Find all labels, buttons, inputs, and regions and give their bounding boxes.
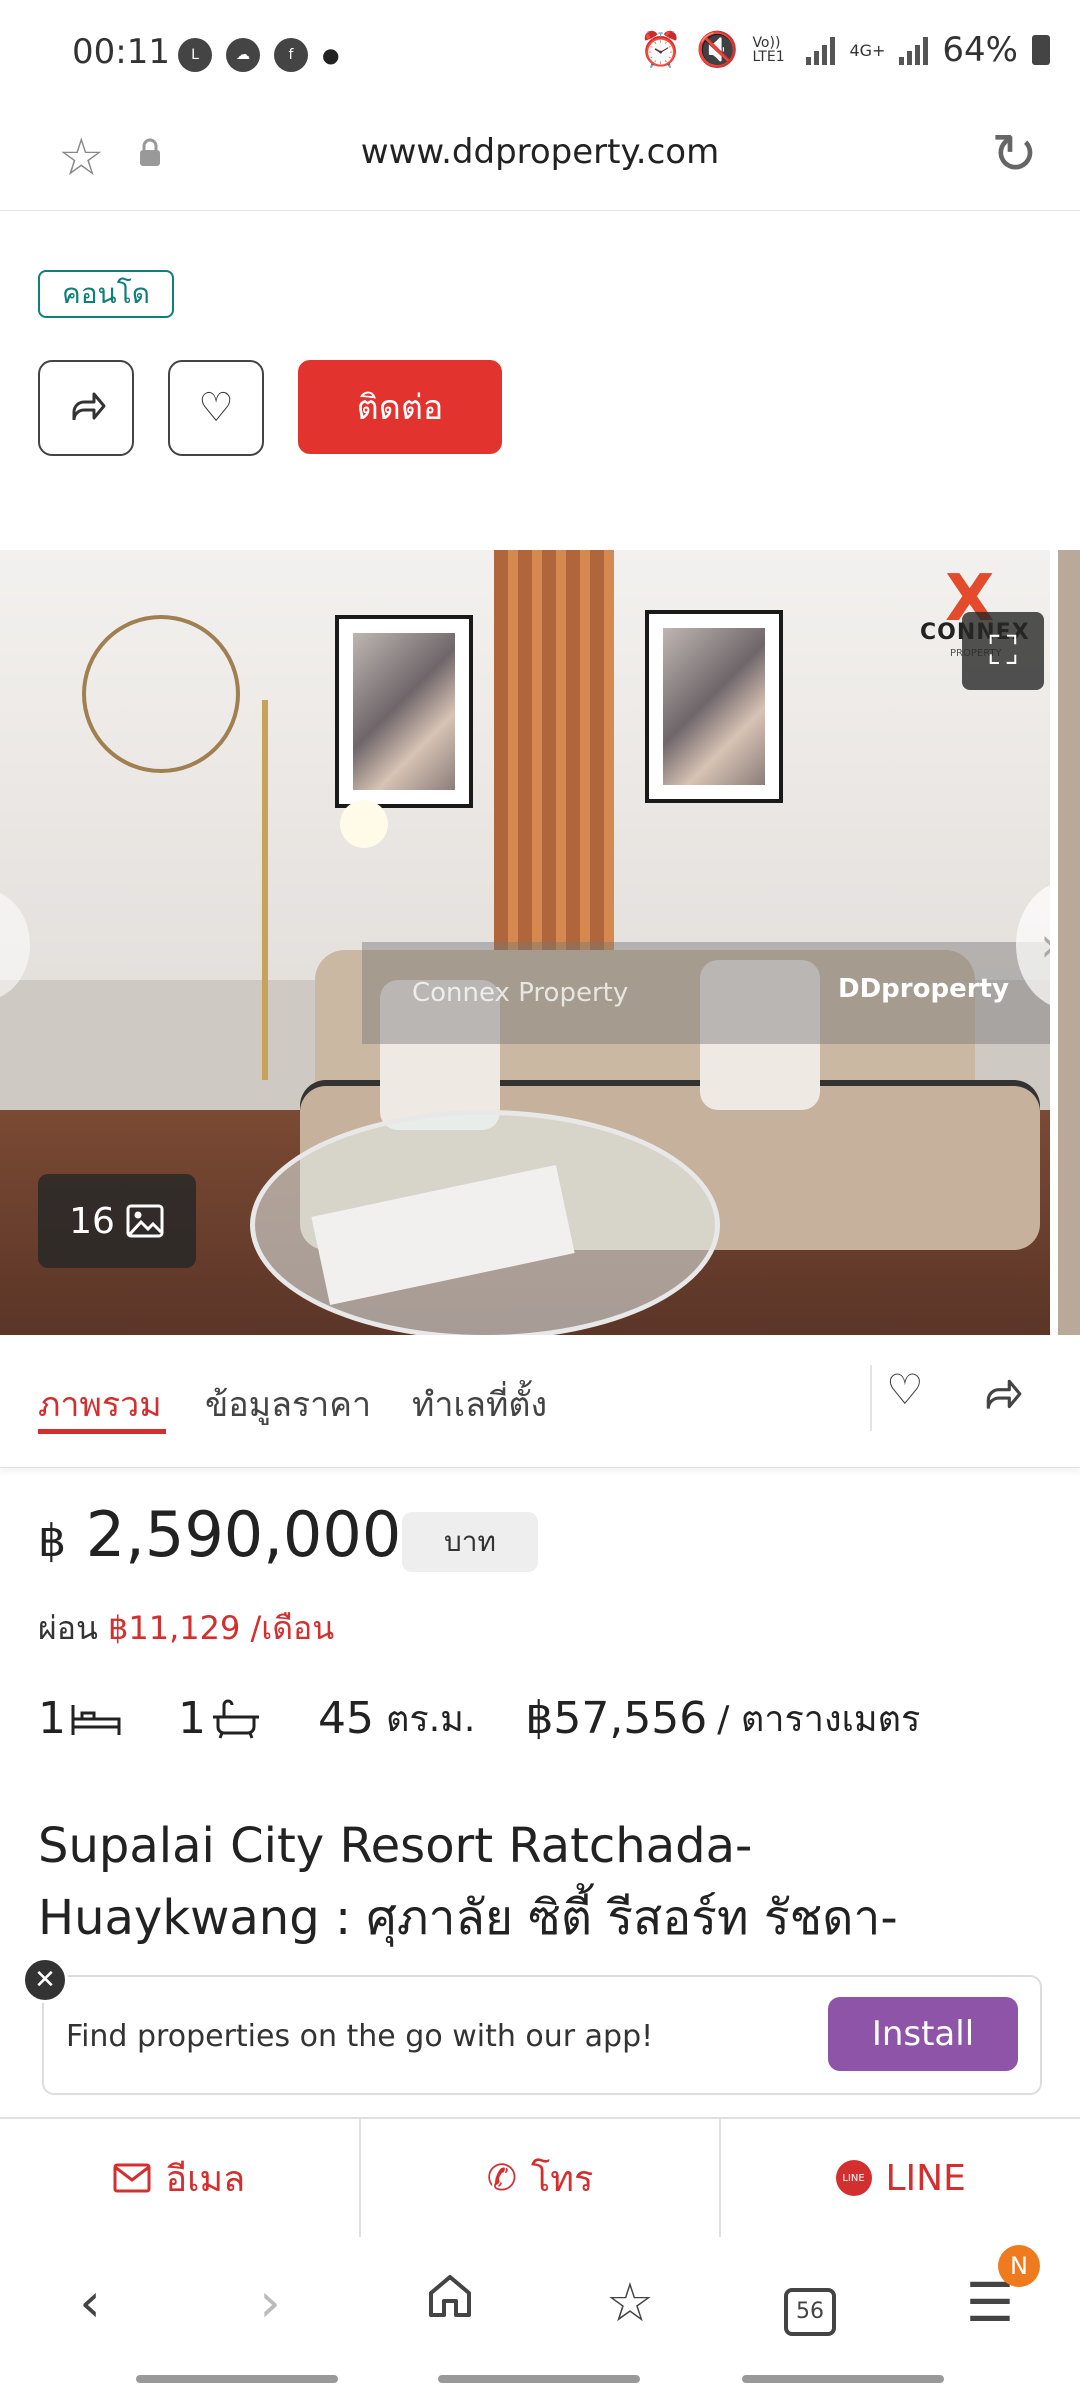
installment-info: ผ่อน ฿11,129 /เดือน	[38, 1603, 334, 1654]
forward-button[interactable]: ›	[210, 2271, 330, 2334]
gesture-bar-back[interactable]	[742, 2375, 944, 2383]
volte-label: Vo)) LTE1	[752, 35, 785, 65]
bedroom-count: 1	[38, 1693, 66, 1744]
fullscreen-button[interactable]: ⛶	[962, 612, 1044, 690]
email-label: อีเมล	[165, 2158, 246, 2200]
photo-count-badge[interactable]: 16	[38, 1174, 196, 1268]
menu-button[interactable]: ☰ N	[930, 2244, 1050, 2334]
phone-icon: ✆	[486, 2157, 517, 2199]
listing-specs: 1 1 45 ตร.ม. ฿57,556 / ตารางเมตร	[38, 1690, 920, 1747]
line-icon: LINE	[835, 2160, 872, 2196]
app-install-banner: Find properties on the go with our app! …	[42, 1975, 1042, 2095]
price-per-sqm: ฿57,556	[525, 1693, 708, 1744]
photo-painting-right	[645, 610, 783, 803]
notification-icons: L ☁ f ●	[178, 38, 339, 72]
listing-title-line-2: Huaykwang : ศุภาลัย ซิตี้ รีสอร์ท รัชดา-	[38, 1890, 898, 1946]
alarm-icon: ⏰	[639, 30, 683, 70]
back-button[interactable]: ‹	[30, 2271, 150, 2334]
tab-active-indicator	[38, 1429, 166, 1434]
more-dot-icon: ●	[322, 43, 340, 67]
price-per-sqm-unit: / ตารางเมตร	[717, 1699, 921, 1740]
bathroom-count: 1	[178, 1693, 206, 1744]
forward-arrow-icon: ›	[259, 2270, 281, 2334]
mail-icon	[113, 2163, 151, 2193]
listing-price: ฿ 2,590,000	[38, 1498, 401, 1571]
contact-bar: อีเมล ✆ โทร LINE LINE	[0, 2117, 1080, 2239]
gallery-icon	[126, 1204, 164, 1238]
gesture-bar-recent[interactable]	[136, 2375, 338, 2383]
heart-icon: ♡	[198, 385, 234, 431]
contact-button[interactable]: ติดต่อ	[298, 360, 502, 454]
photo-lamp-shade	[340, 800, 388, 848]
tab-location[interactable]: ทำเลที่ตั้ง	[412, 1377, 547, 1431]
back-arrow-icon: ‹	[79, 2270, 101, 2334]
tabs-button[interactable]: 56	[750, 2268, 870, 2336]
listing-title-line-1: Supalai City Resort Ratchada-	[38, 1818, 753, 1874]
tab-overview[interactable]: ภาพรวม	[38, 1377, 162, 1431]
tab-divider	[870, 1365, 872, 1431]
share-button[interactable]	[38, 360, 134, 456]
line-label: LINE	[885, 2157, 966, 2199]
gesture-bar-home[interactable]	[438, 2375, 640, 2383]
price-value: 2,590,000	[85, 1498, 402, 1571]
signal-icon	[806, 35, 836, 65]
app-banner-text: Find properties on the go with our app!	[66, 2019, 654, 2054]
listing-photo[interactable]: Connex Property DDproperty X CONNEX PROP…	[0, 550, 1050, 1335]
banner-close-button[interactable]: ✕	[22, 1957, 68, 2003]
facebook-icon: f	[274, 38, 308, 72]
home-button[interactable]	[390, 2271, 510, 2334]
browser-url-bar: ☆ www.ddproperty.com ↻	[0, 110, 1080, 211]
battery-icon	[1032, 35, 1050, 65]
currency-symbol: ฿	[38, 1516, 66, 1567]
favorite-button[interactable]: ♡	[168, 360, 264, 456]
battery-percent: 64%	[942, 30, 1018, 70]
signal-2-icon	[899, 35, 929, 65]
expand-icon: ⛶	[989, 628, 1017, 674]
price-unit-badge: บาท	[402, 1512, 538, 1572]
browser-bottom-nav: ‹ › ☆ 56 ☰ N	[0, 2237, 1080, 2367]
watermark-agent-text: Connex Property	[412, 978, 629, 1008]
network-label: 4G+	[849, 40, 886, 60]
bookmarks-button[interactable]: ☆	[570, 2271, 690, 2334]
status-time: 00:11	[72, 32, 170, 72]
line-app-icon: L	[178, 38, 212, 72]
tabs-share-icon[interactable]	[982, 1375, 1024, 1417]
photo-wall-clock	[82, 615, 240, 773]
installment-label: ผ่อน	[38, 1609, 98, 1647]
photo-count: 16	[69, 1200, 115, 1242]
line-button[interactable]: LINE LINE	[721, 2119, 1080, 2237]
tabs-count: 56	[784, 2288, 836, 2336]
listing-title: Supalai City Resort Ratchada- Huaykwang …	[38, 1810, 1038, 1954]
home-icon	[429, 2274, 471, 2317]
photo-floor-lamp	[262, 700, 268, 1080]
tab-price-info[interactable]: ข้อมูลราคา	[205, 1377, 371, 1431]
share-icon	[72, 392, 106, 421]
bookmark-star-icon: ☆	[605, 2270, 655, 2334]
property-type-tag: คอนโด	[38, 270, 174, 318]
status-bar: 00:11 L ☁ f ● ⏰ 🔇 Vo)) LTE1 4G+ 64%	[0, 0, 1080, 110]
url-text[interactable]: www.ddproperty.com	[0, 132, 1080, 172]
chevron-right-icon: ›	[1040, 917, 1050, 973]
call-label: โทร	[530, 2158, 594, 2200]
call-button[interactable]: ✆ โทร	[361, 2119, 722, 2237]
system-icons: ⏰ 🔇 Vo)) LTE1 4G+ 64%	[640, 30, 1050, 70]
close-icon: ✕	[34, 1965, 56, 1995]
mute-icon: 🔇	[696, 30, 739, 70]
cloud-icon: ☁	[226, 38, 260, 72]
watermark-brand-text: DDproperty	[838, 974, 1009, 1004]
photo-wood-panel	[494, 550, 614, 980]
tabs-heart-icon[interactable]: ♡	[886, 1365, 924, 1414]
bathtub-icon	[213, 1699, 259, 1739]
notification-badge: N	[998, 2244, 1040, 2287]
bed-icon	[71, 1704, 121, 1735]
next-photo-peek	[1058, 550, 1080, 1335]
section-tabs: ภาพรวม ข้อมูลราคา ทำเลที่ตั้ง ♡	[0, 1335, 1080, 1468]
installment-amount[interactable]: ฿11,129 /เดือน	[108, 1609, 334, 1647]
email-button[interactable]: อีเมล	[0, 2119, 361, 2237]
install-button[interactable]: Install	[828, 1997, 1018, 2071]
area-unit: ตร.ม.	[386, 1699, 476, 1740]
reload-icon[interactable]: ↻	[991, 122, 1038, 187]
photo-painting-left	[335, 615, 473, 808]
area-value: 45	[318, 1693, 374, 1744]
